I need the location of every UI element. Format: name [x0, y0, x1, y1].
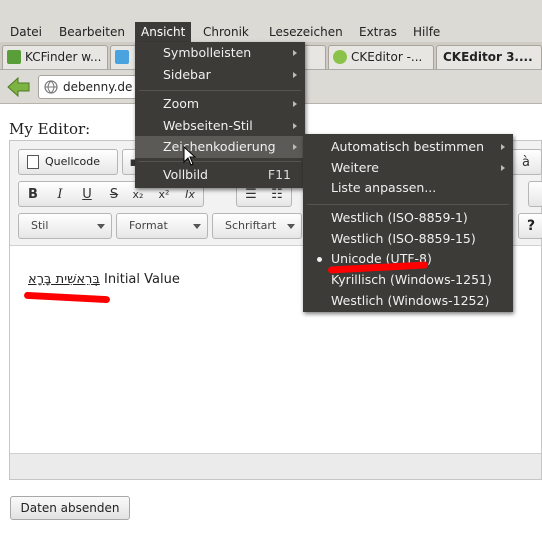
menu-item-zeichenkodierung[interactable]: Zeichenkodierung — [135, 136, 305, 158]
chevron-down-icon — [193, 224, 201, 229]
paste-button[interactable]: à — [508, 149, 542, 175]
menu-item-vollbild[interactable]: Vollbild F11 — [135, 164, 305, 186]
menu-hilfe[interactable]: Hilfe — [407, 22, 446, 42]
menu-item-liste-anpassen[interactable]: Liste anpassen... — [303, 177, 513, 199]
editor-content: בְּרֵאשִׁית בָּרָא Initial Value — [28, 272, 180, 287]
menu-item-label: Webseiten-Stil — [163, 118, 253, 133]
shortcut-label: F11 — [267, 167, 291, 182]
kcfinder-favicon-icon — [7, 50, 21, 64]
chevron-right-icon — [293, 101, 297, 107]
menu-separator — [139, 90, 301, 91]
menu-item-label: Zeichenkodierung — [163, 139, 276, 154]
menu-ansicht[interactable]: Ansicht — [135, 22, 192, 42]
underline-button[interactable]: U — [76, 186, 98, 204]
globe-icon — [44, 80, 58, 94]
radio-selected-icon — [317, 257, 322, 262]
menu-item-label: Kyrillisch (Windows-1251) — [331, 272, 492, 287]
menu-item-label: Zoom — [163, 96, 200, 111]
chevron-right-icon — [293, 72, 297, 78]
menu-item-sidebar[interactable]: Sidebar — [135, 64, 305, 86]
menu-item-label: Weitere — [331, 160, 379, 175]
help-button[interactable]: ? — [518, 213, 542, 239]
editor-statusbar — [10, 453, 541, 479]
chevron-right-icon — [293, 144, 297, 150]
font-combo-label: Schriftart — [225, 219, 277, 232]
paste-icon: à — [522, 155, 530, 170]
menu-bearbeiten[interactable]: Bearbeiten — [53, 22, 131, 42]
ansicht-menu: Symbolleisten Sidebar Zoom Webseiten-Sti… — [135, 42, 305, 188]
menu-item-zoom[interactable]: Zoom — [135, 93, 305, 115]
source-label: Quellcode — [45, 155, 101, 168]
menu-item-label: Westlich (Windows-1252) — [331, 293, 490, 308]
menu-item-label: Automatisch bestimmen — [331, 139, 484, 154]
strike-button[interactable]: S — [103, 186, 125, 204]
menu-item-webseiten-stil[interactable]: Webseiten-Stil — [135, 115, 305, 137]
tab-ckeditor-1[interactable]: CKEditor -... — [328, 45, 434, 69]
remove-format-button[interactable]: Ix — [179, 186, 201, 204]
source-icon — [27, 155, 39, 169]
mouse-cursor-icon — [183, 146, 197, 166]
chevron-right-icon — [293, 50, 297, 56]
tab-kcfinder[interactable]: KCFinder w... — [2, 45, 108, 69]
chevron-down-icon — [97, 224, 105, 229]
page-favicon-icon — [115, 50, 129, 64]
menu-item-label: Sidebar — [163, 67, 211, 82]
bold-button[interactable]: B — [22, 186, 44, 204]
chevron-down-icon — [287, 224, 295, 229]
menu-item-label: Liste anpassen... — [331, 180, 437, 195]
source-button[interactable]: Quellcode — [18, 149, 118, 175]
url-text: debenny.de — [63, 80, 133, 94]
chevron-right-icon — [501, 144, 505, 150]
menu-chronik[interactable]: Chronik — [197, 22, 255, 42]
ckeditor-favicon-icon — [333, 50, 347, 64]
menu-separator — [139, 161, 301, 162]
format-combo-label: Format — [129, 219, 168, 232]
hebrew-text: בְּרֵאשִׁית בָּרָא — [28, 272, 100, 287]
menu-separator — [307, 204, 509, 205]
menu-item-iso-8859-15[interactable]: Westlich (ISO-8859-15) — [303, 228, 513, 250]
menu-item-symbolleisten[interactable]: Symbolleisten — [135, 42, 305, 64]
zeichenkodierung-submenu: Automatisch bestimmen Weitere Liste anpa… — [303, 134, 513, 312]
tab-label: CKEditor -... — [351, 50, 423, 64]
subscript-button[interactable]: x₂ — [127, 186, 149, 204]
menu-datei[interactable]: Datei — [4, 22, 48, 42]
chevron-right-icon — [293, 123, 297, 129]
style-combo-label: Stil — [31, 219, 49, 232]
back-button[interactable] — [4, 74, 32, 100]
menu-bar: Datei Bearbeiten Ansicht Chronik Lesezei… — [0, 0, 542, 42]
style-combo[interactable]: Stil — [18, 213, 112, 239]
menu-item-automatisch[interactable]: Automatisch bestimmen — [303, 136, 513, 158]
tab-label: KCFinder w... — [25, 50, 102, 64]
superscript-button[interactable]: x² — [153, 186, 175, 204]
menu-item-iso-8859-1[interactable]: Westlich (ISO-8859-1) — [303, 207, 513, 229]
more-button[interactable] — [528, 181, 542, 207]
chevron-right-icon — [501, 165, 505, 171]
bullet-list-icon[interactable]: ☷ — [266, 186, 288, 204]
editor-label: My Editor: — [9, 120, 91, 138]
tab-label: CKEditor 3.... — [443, 50, 533, 64]
numbered-list-icon[interactable]: ☰ — [240, 186, 262, 204]
menu-extras[interactable]: Extras — [353, 22, 403, 42]
italic-button[interactable]: I — [49, 186, 71, 204]
tab-ckeditor-2[interactable]: CKEditor 3.... — [436, 45, 542, 69]
menu-lesezeichen[interactable]: Lesezeichen — [263, 22, 349, 42]
menu-item-label: Westlich (ISO-8859-1) — [331, 210, 468, 225]
format-combo[interactable]: Format — [116, 213, 208, 239]
menu-item-weitere[interactable]: Weitere — [303, 157, 513, 179]
submit-button[interactable]: Daten absenden — [10, 496, 130, 520]
back-arrow-icon — [7, 76, 30, 98]
initial-value-text: Initial Value — [104, 272, 180, 287]
menu-item-label: Symbolleisten — [163, 45, 252, 60]
menu-item-label: Westlich (ISO-8859-15) — [331, 231, 476, 246]
menu-item-windows-1252[interactable]: Westlich (Windows-1252) — [303, 290, 513, 312]
font-combo[interactable]: Schriftart — [212, 213, 302, 239]
menu-item-label: Vollbild — [163, 167, 208, 182]
